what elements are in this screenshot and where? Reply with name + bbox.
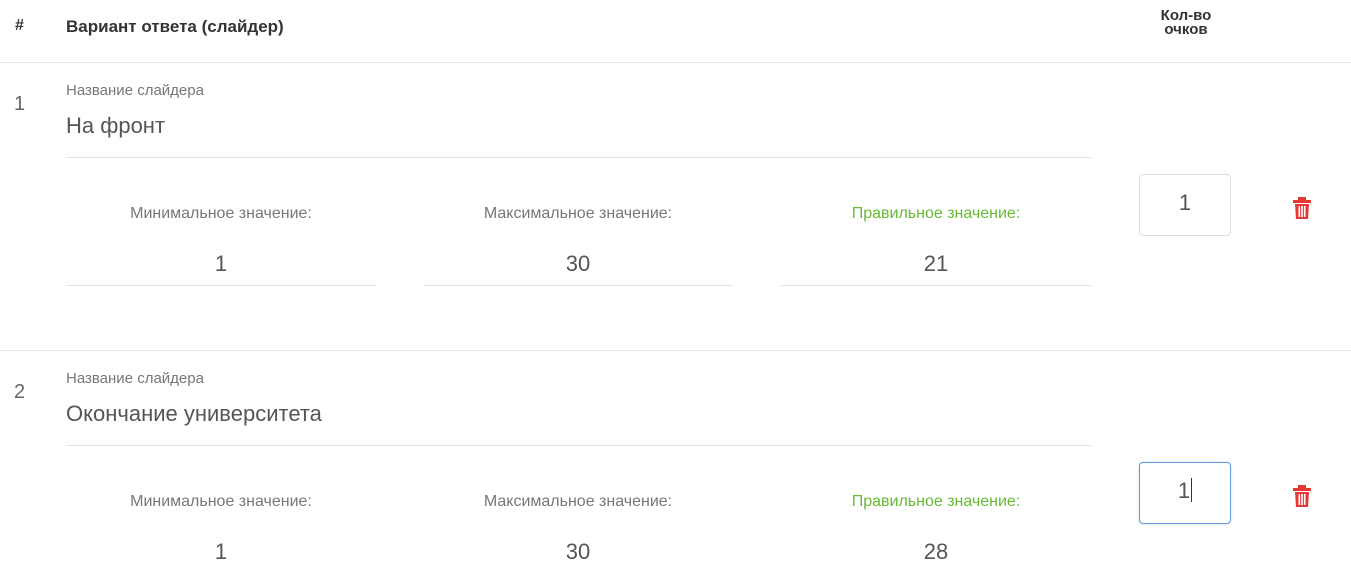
max-value-field[interactable]: Максимальное значение: 30 (423, 491, 733, 565)
table-row: 1 Название слайдера На фронт Минимальное… (0, 63, 1351, 350)
correct-value-underline (781, 285, 1091, 286)
points-input-focused[interactable]: 1 (1139, 462, 1231, 524)
points-input[interactable]: 1 (1139, 174, 1231, 236)
slider-name-input[interactable]: Окончание университета (66, 401, 322, 427)
correct-value-label: Правильное значение: (851, 493, 1021, 510)
max-value-input[interactable]: 30 (423, 539, 733, 565)
table-row: 2 Название слайдера Окончание университе… (0, 351, 1351, 580)
min-value-label: Минимальное значение: (130, 205, 312, 222)
header-variant: Вариант ответа (слайдер) (66, 17, 284, 36)
correct-value-field[interactable]: Правильное значение: 28 (781, 491, 1091, 565)
min-value-field[interactable]: Минимальное значение: 1 (66, 203, 376, 286)
header-number: # (15, 17, 24, 34)
slider-name-label: Название слайдера (66, 82, 204, 99)
slider-answers-table: # Вариант ответа (слайдер) Кол-во очков … (0, 0, 1351, 580)
min-value-field[interactable]: Минимальное значение: 1 (66, 491, 376, 565)
max-value-field[interactable]: Максимальное значение: 30 (423, 203, 733, 286)
correct-value-input[interactable]: 28 (781, 539, 1091, 565)
min-value-input[interactable]: 1 (66, 539, 376, 565)
trash-icon[interactable] (1292, 196, 1312, 220)
table-header: # Вариант ответа (слайдер) Кол-во очков (0, 0, 1351, 63)
min-value-label: Минимальное значение: (130, 493, 312, 510)
max-value-label: Максимальное значение: (483, 205, 673, 222)
correct-value-input[interactable]: 21 (781, 251, 1091, 277)
min-value-underline (66, 285, 376, 286)
max-value-input[interactable]: 30 (423, 251, 733, 277)
slider-name-label: Название слайдера (66, 370, 204, 387)
slider-name-input[interactable]: На фронт (66, 113, 165, 139)
correct-value-label: Правильное значение: (851, 205, 1021, 222)
trash-icon[interactable] (1292, 484, 1312, 508)
correct-value-field[interactable]: Правильное значение: 21 (781, 203, 1091, 286)
text-caret (1191, 478, 1193, 503)
max-value-underline (423, 285, 733, 286)
row-number: 1 (14, 93, 26, 115)
max-value-label: Максимальное значение: (483, 493, 673, 510)
slider-name-underline (66, 157, 1091, 158)
row-number: 2 (14, 381, 26, 403)
points-value: 1 (1177, 478, 1191, 503)
min-value-input[interactable]: 1 (66, 251, 376, 277)
header-points: Кол-во очков (1160, 7, 1212, 38)
slider-name-underline (66, 445, 1091, 446)
